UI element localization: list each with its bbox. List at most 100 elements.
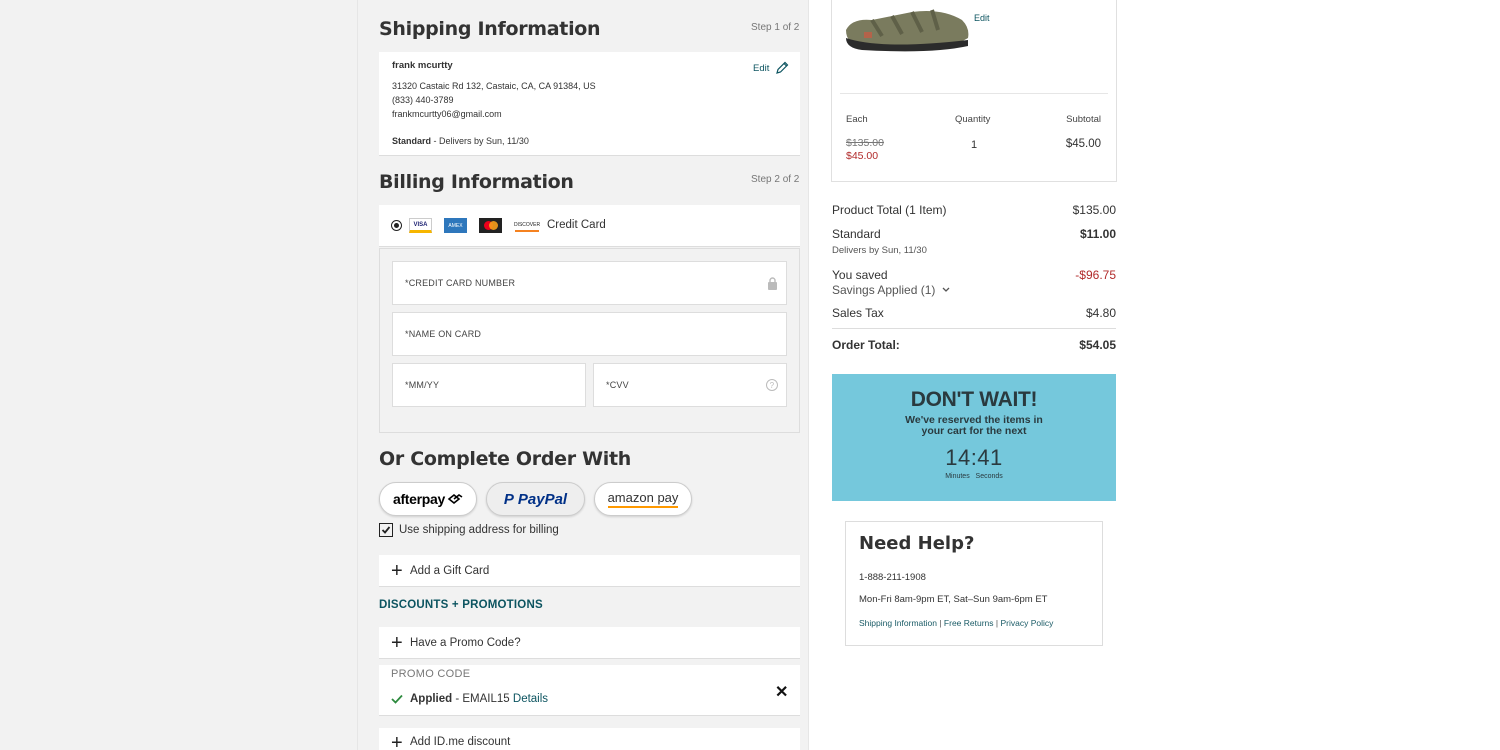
- credit-card-option[interactable]: VISA AMEX DISCOVER Credit Card: [379, 205, 800, 247]
- shipping-email: frankmcurtty06@gmail.com: [392, 109, 502, 119]
- discover-logo-icon: DISCOVER: [514, 219, 540, 232]
- gift-card-label: Add a Gift Card: [410, 564, 490, 577]
- cvv-field[interactable]: *CVV ?: [593, 363, 787, 407]
- amex-logo-icon: AMEX: [444, 218, 467, 233]
- idme-label: Add ID.me discount: [410, 736, 511, 748]
- timer-minutes-label: Minutes: [945, 473, 970, 480]
- name-on-card-placeholder: *NAME ON CARD: [405, 329, 482, 339]
- shipping-edit-button[interactable]: Edit: [753, 61, 789, 75]
- pencil-icon: [776, 61, 789, 74]
- promo-applied-label: Applied: [410, 693, 453, 705]
- promo-applied-row: Applied - EMAIL15 Details: [391, 693, 548, 705]
- timer-units: Minutes Seconds: [832, 473, 1116, 480]
- free-returns-link[interactable]: Free Returns: [944, 618, 994, 628]
- remove-promo-icon[interactable]: ✕: [775, 682, 788, 702]
- cart-item-card: Edit Each Quantity Subtotal $135.00 $45.…: [831, 0, 1117, 182]
- credit-card-radio[interactable]: [391, 220, 402, 231]
- use-shipping-checkbox-row[interactable]: Use shipping address for billing: [379, 523, 559, 537]
- savings-row: You saved -$96.75 Savings Applied (1): [832, 268, 1116, 297]
- plus-icon: +: [391, 631, 403, 654]
- add-idme-button[interactable]: + Add ID.me discount: [379, 728, 800, 750]
- expiry-field[interactable]: *MM/YY: [392, 363, 586, 407]
- promo-details-link[interactable]: Details: [513, 693, 548, 705]
- shipping-address: 31320 Castaic Rd 132, Castaic, CA, CA 91…: [392, 81, 596, 91]
- shipping-step: Step 1 of 2: [751, 22, 800, 33]
- reservation-timer-banner: DON'T WAIT! We've reserved the items in …: [832, 374, 1116, 501]
- add-gift-card-button[interactable]: + Add a Gift Card: [379, 555, 800, 587]
- afterpay-label: afterpay: [392, 491, 446, 507]
- paypal-button[interactable]: P PayPal: [486, 482, 585, 516]
- sale-price: $45.00: [846, 150, 879, 162]
- promo-code-label: PROMO CODE: [391, 668, 471, 680]
- timer-seconds-label: Seconds: [975, 473, 1003, 480]
- savings-applied-toggle[interactable]: Savings Applied (1): [832, 283, 1116, 297]
- chevron-down-icon: [942, 287, 950, 292]
- subtotal-header: Subtotal: [1066, 114, 1101, 125]
- timer-line-2: your cart for the next: [921, 425, 1027, 437]
- order-total-label: Order Total:: [832, 338, 900, 352]
- promo-code-toggle[interactable]: + Have a Promo Code?: [379, 627, 800, 659]
- product-total-row: Product Total (1 Item) $135.00: [832, 203, 1116, 217]
- need-help-card: Need Help? 1-888-211-1908 Mon-Fri 8am-9p…: [845, 521, 1103, 646]
- billing-step: Step 2 of 2: [751, 174, 800, 185]
- shipping-cost-label: Standard: [832, 227, 881, 241]
- expiry-placeholder: *MM/YY: [405, 380, 440, 390]
- shipping-cost-value: $11.00: [1079, 227, 1116, 241]
- afterpay-arrows-icon: [447, 493, 463, 505]
- shipping-name: frank mcurtty: [392, 60, 453, 71]
- help-question-icon[interactable]: ?: [766, 379, 778, 391]
- plus-icon: +: [391, 732, 403, 750]
- privacy-policy-link[interactable]: Privacy Policy: [1000, 618, 1053, 628]
- card-number-field[interactable]: *CREDIT CARD NUMBER: [392, 261, 787, 305]
- paypal-label: PayPal: [517, 490, 568, 508]
- applied-promo-card: PROMO CODE Applied - EMAIL15 Details ✕: [379, 665, 800, 716]
- item-subtotal: $45.00: [1065, 138, 1101, 150]
- savings-applied-label: Savings Applied (1): [832, 283, 936, 297]
- you-saved-label: You saved: [832, 268, 888, 282]
- plus-icon: +: [391, 559, 403, 582]
- timer-title: DON'T WAIT!: [910, 388, 1038, 411]
- shipping-edit-label: Edit: [753, 62, 770, 74]
- shipping-method: Standard - Delivers by Sun, 11/30: [392, 136, 529, 146]
- shipping-info-link[interactable]: Shipping Information: [859, 618, 937, 628]
- discounts-title: DISCOUNTS + PROMOTIONS: [379, 599, 543, 611]
- credit-card-label: Credit Card: [547, 219, 606, 231]
- original-price: $135.00: [846, 137, 884, 149]
- amazon-pay-button[interactable]: amazon pay: [594, 482, 692, 516]
- alt-pay-title: Or Complete Order With: [379, 448, 631, 470]
- card-number-placeholder: *CREDIT CARD NUMBER: [405, 278, 516, 288]
- visa-logo-icon: VISA: [409, 218, 432, 233]
- help-phone[interactable]: 1-888-211-1908: [859, 572, 926, 583]
- you-saved-value: -$96.75: [1075, 268, 1116, 282]
- sales-tax-label: Sales Tax: [832, 306, 884, 320]
- cart-item-divider: [840, 93, 1108, 94]
- name-on-card-field[interactable]: *NAME ON CARD: [392, 312, 787, 356]
- shipping-summary-card: frank mcurtty 31320 Castaic Rd 132, Cast…: [379, 52, 800, 156]
- cart-item-edit-link[interactable]: Edit: [974, 13, 990, 23]
- use-shipping-checkbox[interactable]: [379, 523, 393, 537]
- afterpay-button[interactable]: afterpay: [379, 482, 477, 516]
- check-icon: [391, 694, 403, 704]
- need-help-title: Need Help?: [859, 533, 975, 554]
- shipping-phone: (833) 440-3789: [392, 95, 454, 105]
- sales-tax-value: $4.80: [1085, 306, 1116, 320]
- sales-tax-row: Sales Tax $4.80: [832, 306, 1116, 320]
- page-gutter: [0, 0, 357, 750]
- lock-icon: [768, 277, 777, 290]
- order-total-row: Order Total: $54.05: [832, 338, 1116, 352]
- sandal-product-image: [846, 9, 969, 52]
- mastercard-logo-icon: [479, 218, 502, 233]
- shipping-cost-row: Standard $11.00 Delivers by Sun, 11/30: [832, 227, 1116, 256]
- checkout-page: Shipping Information Step 1 of 2 frank m…: [0, 0, 1500, 750]
- shipping-title: Shipping Information: [379, 18, 601, 40]
- timer-countdown: 14:41: [945, 445, 1003, 470]
- product-total-value: $135.00: [1072, 203, 1116, 217]
- cvv-placeholder: *CVV: [606, 380, 629, 390]
- help-hours: Mon-Fri 8am-9pm ET, Sat–Sun 9am-6pm ET: [859, 594, 1048, 605]
- checkmark-icon: [381, 526, 391, 534]
- use-shipping-label: Use shipping address for billing: [399, 524, 559, 536]
- paypal-p-icon: P: [503, 490, 514, 508]
- promo-code-value: - EMAIL15: [452, 693, 513, 705]
- promo-question-label: Have a Promo Code?: [410, 636, 521, 649]
- summary-divider: [832, 328, 1116, 329]
